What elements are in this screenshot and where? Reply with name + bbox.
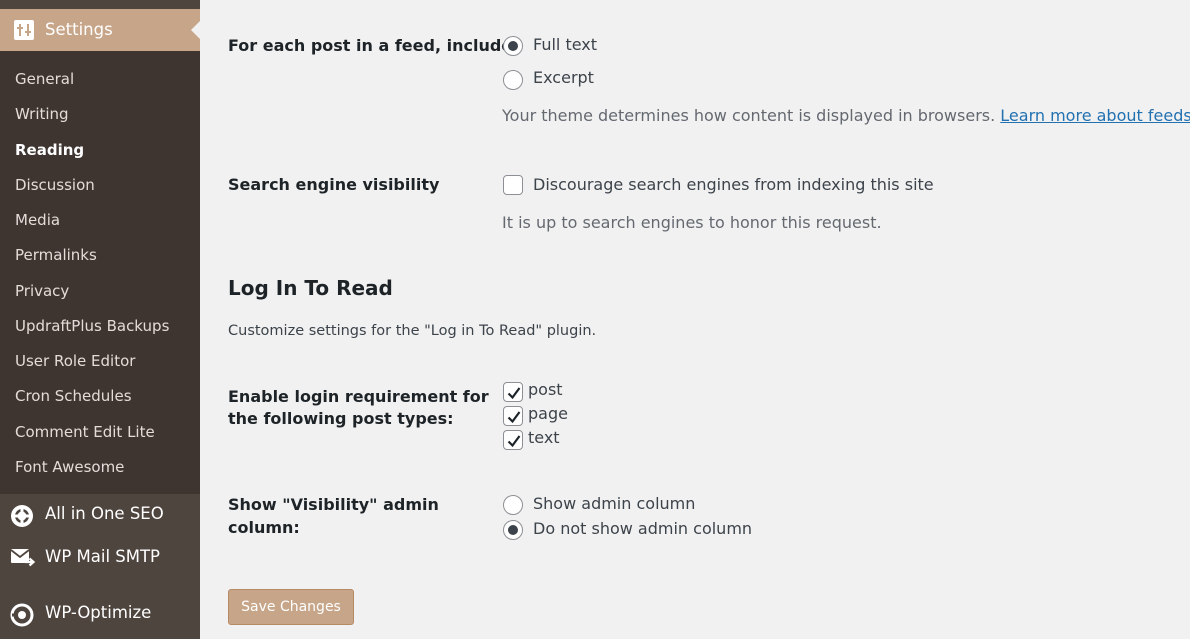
post-type-text-checkbox[interactable] [503,430,523,450]
wp-optimize-icon [10,603,34,627]
discourage-search-checkbox[interactable] [503,175,523,195]
submenu-item-font-awesome[interactable]: Font Awesome [15,458,124,476]
feed-description-text: Your theme determines how content is dis… [502,106,996,125]
submenu-item-comment-edit-lite[interactable]: Comment Edit Lite [15,423,155,441]
admin-sidebar: Settings General Writing Reading Discuss… [0,0,200,639]
login-requirement-label-line1: Enable login requirement for [228,387,489,406]
feed-content-label: For each post in a feed, include [228,36,513,55]
visibility-column-label-line1: Show "Visibility" admin [228,495,439,514]
hide-admin-column-label[interactable]: Do not show admin column [533,519,752,538]
settings-submenu: General Writing Reading Discussion Media… [0,51,200,494]
submenu-item-general[interactable]: General [15,70,74,88]
feed-description: Your theme determines how content is dis… [502,106,1190,125]
checkmark-icon [507,387,521,400]
search-visibility-description: It is up to search engines to honor this… [502,213,882,232]
visibility-column-label-line2: column: [228,518,300,537]
discourage-search-label[interactable]: Discourage search engines from indexing … [533,175,934,194]
submenu-item-privacy[interactable]: Privacy [15,282,69,300]
current-menu-arrow [191,21,200,39]
post-type-text-label[interactable]: text [528,428,560,447]
menu-item-all-in-one-seo[interactable]: All in One SEO [0,497,200,533]
full-text-label[interactable]: Full text [533,35,597,54]
excerpt-radio[interactable] [503,70,523,90]
full-text-radio[interactable] [503,36,523,56]
show-admin-column-label[interactable]: Show admin column [533,494,695,513]
submenu-item-discussion[interactable]: Discussion [15,176,95,194]
menu-item-wp-optimize-label: WP-Optimize [45,603,152,622]
show-admin-column-radio[interactable] [503,495,523,515]
menu-item-all-in-one-seo-label: All in One SEO [45,504,164,523]
menu-item-settings[interactable]: Settings [0,9,200,51]
settings-sliders-icon [14,20,34,40]
checkmark-icon [507,411,521,424]
post-type-page-checkbox[interactable] [503,406,523,426]
search-visibility-label: Search engine visibility [228,175,440,194]
checkmark-icon [507,435,521,448]
menu-item-wp-mail-smtp[interactable]: WP Mail SMTP [0,540,200,576]
post-type-page-label[interactable]: page [528,404,568,423]
submenu-item-updraftplus-backups[interactable]: UpdraftPlus Backups [15,317,169,335]
submenu-item-permalinks[interactable]: Permalinks [15,246,97,264]
submenu-item-user-role-editor[interactable]: User Role Editor [15,352,135,370]
submenu-item-reading[interactable]: Reading [15,141,84,159]
log-in-to-read-heading: Log In To Read [228,276,393,300]
hide-admin-column-radio[interactable] [503,520,523,540]
menu-item-wp-optimize[interactable]: WP-Optimize [0,596,200,632]
gear-icon [10,504,34,527]
menu-item-wp-mail-smtp-label: WP Mail SMTP [45,547,161,566]
excerpt-label[interactable]: Excerpt [533,68,594,87]
learn-more-feeds-link[interactable]: Learn more about feeds [1000,106,1190,125]
log-in-to-read-description: Customize settings for the "Log in To Re… [228,323,597,339]
submenu-item-media[interactable]: Media [15,211,60,229]
save-changes-button[interactable]: Save Changes [228,589,354,625]
submenu-item-cron-schedules[interactable]: Cron Schedules [15,387,132,405]
submenu-item-writing[interactable]: Writing [15,105,69,123]
mail-icon [10,547,36,569]
login-requirement-label-line2: the following post types: [228,409,454,428]
post-type-post-label[interactable]: post [528,380,563,399]
post-type-post-checkbox[interactable] [503,382,523,402]
menu-item-settings-label: Settings [45,20,113,39]
